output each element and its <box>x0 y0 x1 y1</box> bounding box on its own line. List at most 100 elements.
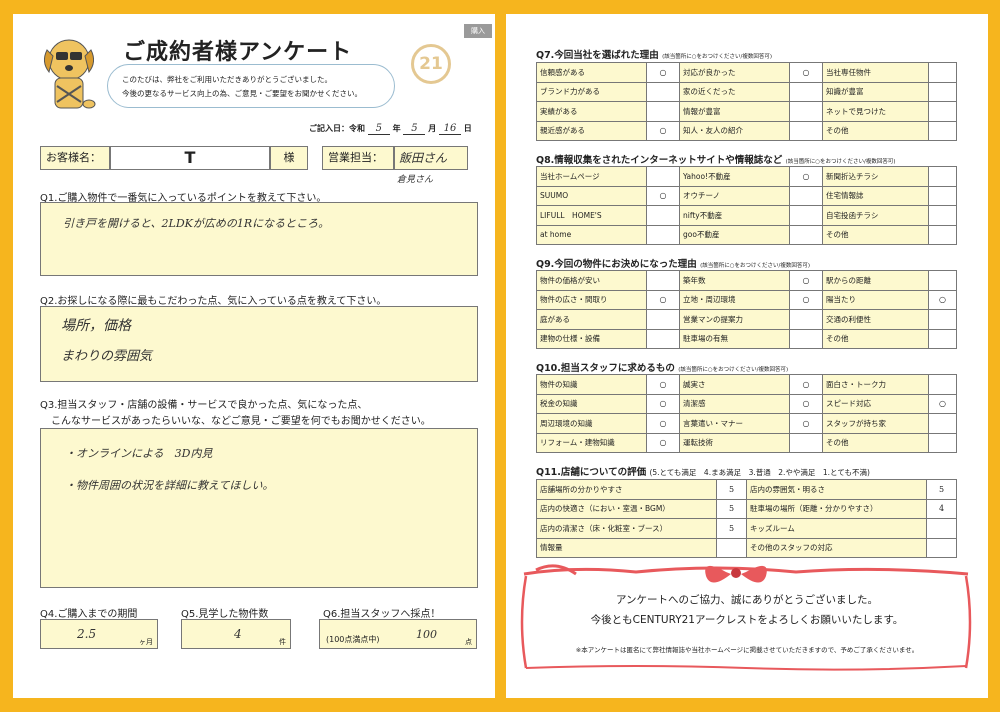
option-mark[interactable] <box>789 120 823 141</box>
q5-value: 4 <box>234 627 242 641</box>
q9-note: (該当箇所に○をおつけください/複数回答可) <box>700 263 811 269</box>
option-mark[interactable]: ○ <box>789 289 823 310</box>
option-mark[interactable] <box>928 185 957 206</box>
q10-table: 物件の知識 ○ 誠実さ ○ 面白さ・トーク力 税金の知識 ○ 清潔感 ○ スピード対応 ○ 周辺環境の… <box>536 374 957 453</box>
date-month-unit: 月 <box>428 124 437 133</box>
option-mark[interactable] <box>926 518 957 539</box>
option-label: 情報が豊富 <box>679 101 790 122</box>
table-row: リフォーム・建物知識 ○ 運転技術 その他 <box>536 432 957 453</box>
option-mark[interactable] <box>928 309 957 330</box>
date-day[interactable]: 16 <box>438 123 461 135</box>
option-mark[interactable]: 5 <box>716 498 747 519</box>
option-mark[interactable] <box>789 328 823 349</box>
q2-answer-box[interactable]: 場所，価格 まわりの雰囲気 <box>40 306 478 382</box>
option-label: リフォーム・建物知識 <box>536 432 647 453</box>
option-mark[interactable]: ○ <box>646 120 680 141</box>
option-mark[interactable]: ○ <box>789 393 823 414</box>
option-mark[interactable] <box>789 185 823 206</box>
q2-answer2: まわりの雰囲気 <box>61 349 153 364</box>
option-label: 情報量 <box>536 537 717 558</box>
q8-table: 当社ホームページ Yahoo!不動産 ○ 新聞折込チラシ SUUMO ○ オウチーノ 住宅情報… <box>536 166 957 245</box>
option-mark[interactable]: ○ <box>928 289 957 310</box>
option-mark[interactable] <box>928 62 957 83</box>
q8-title: Q8.情報収集をされたインターネットサイトや情報誌など (該当箇所に○をおつけく… <box>536 155 896 166</box>
option-mark[interactable] <box>928 413 957 434</box>
option-mark[interactable]: ○ <box>646 393 680 414</box>
option-mark[interactable]: ○ <box>789 413 823 434</box>
option-mark[interactable] <box>928 205 957 226</box>
q1-answer-box[interactable]: 引き戸を開けると、2LDKが広めの1Rになるところ。 <box>40 202 478 276</box>
option-mark[interactable] <box>716 537 747 558</box>
q4-value: 2.5 <box>77 627 97 641</box>
option-mark[interactable] <box>928 120 957 141</box>
option-mark[interactable]: ○ <box>646 289 680 310</box>
date-month[interactable]: 5 <box>403 123 426 135</box>
option-mark[interactable] <box>789 101 823 122</box>
option-mark[interactable]: ○ <box>789 374 823 395</box>
option-mark[interactable] <box>646 166 680 187</box>
option-mark[interactable] <box>928 101 957 122</box>
option-mark[interactable]: ○ <box>646 374 680 395</box>
option-label: その他 <box>822 224 929 245</box>
customer-name-input[interactable]: T <box>110 146 270 170</box>
option-mark[interactable] <box>928 328 957 349</box>
option-label: 言葉遣い・マナー <box>679 413 790 434</box>
option-mark[interactable] <box>789 205 823 226</box>
q4-answer-box[interactable]: 2.5 ヶ月 <box>40 619 158 649</box>
option-mark[interactable] <box>646 81 680 102</box>
date-label: ご記入日：令和 <box>309 124 365 133</box>
q6-answer-box[interactable]: (100点満点中) 100 点 <box>319 619 477 649</box>
option-mark[interactable] <box>789 81 823 102</box>
option-mark[interactable]: 5 <box>716 518 747 539</box>
option-mark[interactable]: ○ <box>646 432 680 453</box>
intro-bubble: このたびは、弊社をご利用いただきありがとうございました。 今後の更なるサービス向… <box>107 64 395 108</box>
option-mark[interactable] <box>789 309 823 330</box>
q5-answer-box[interactable]: 4 件 <box>181 619 291 649</box>
option-label: 駐車場の有無 <box>679 328 790 349</box>
date-year[interactable]: 5 <box>367 123 390 135</box>
entry-date: ご記入日：令和 5 年 5 月 16 日 <box>309 123 472 135</box>
option-mark[interactable] <box>928 224 957 245</box>
table-row: 周辺環境の知識 ○ 言葉遣い・マナー ○ スタッフが持ち家 <box>536 413 957 434</box>
option-label: 築年数 <box>679 270 790 291</box>
option-mark[interactable] <box>928 166 957 187</box>
option-label: スタッフが持ち家 <box>822 413 929 434</box>
option-mark[interactable] <box>789 432 823 453</box>
option-mark[interactable] <box>789 224 823 245</box>
customer-label: お客様名： <box>40 146 110 170</box>
option-mark[interactable] <box>646 270 680 291</box>
option-mark[interactable] <box>928 81 957 102</box>
option-mark[interactable]: 5 <box>926 479 957 500</box>
option-mark[interactable] <box>646 224 680 245</box>
q8-note: (該当箇所に○をおつけください/複数回答可) <box>785 159 896 165</box>
intro-line2: 今後の更なるサービス向上の為、ご意見・ご要望をお聞かせください。 <box>122 89 362 98</box>
option-mark[interactable] <box>646 101 680 122</box>
option-mark[interactable]: ○ <box>646 62 680 83</box>
table-row: 税金の知識 ○ 清潔感 ○ スピード対応 ○ <box>536 393 957 414</box>
option-mark[interactable]: 5 <box>716 479 747 500</box>
footer-thanks: アンケートへのご協力、誠にありがとうございました。 <box>615 594 879 606</box>
option-mark[interactable]: ○ <box>646 185 680 206</box>
option-mark[interactable] <box>646 309 680 330</box>
option-label: 物件の知識 <box>536 374 647 395</box>
option-mark[interactable] <box>928 374 957 395</box>
sales-name-input[interactable]: 飯田さん <box>394 146 468 170</box>
right-page: Q7.今回当社を選ばれた理由 (該当箇所に○をおつけください/複数回答可) 信頼… <box>506 14 988 698</box>
option-mark[interactable]: ○ <box>646 413 680 434</box>
option-mark[interactable] <box>926 537 957 558</box>
option-mark[interactable]: 4 <box>926 498 957 519</box>
option-mark[interactable] <box>646 205 680 226</box>
option-mark[interactable] <box>928 432 957 453</box>
option-mark[interactable]: ○ <box>789 270 823 291</box>
q7-note: (該当箇所に○をおつけください/複数回答可) <box>662 54 773 60</box>
q3-answer-box[interactable]: ・オンラインによる 3D内見 ・物件周囲の状況を詳細に教えてほしい。 <box>40 428 478 588</box>
option-label: その他 <box>822 120 929 141</box>
option-mark[interactable]: ○ <box>789 166 823 187</box>
option-mark[interactable]: ○ <box>928 393 957 414</box>
option-mark[interactable] <box>928 270 957 291</box>
sales-name2: 倉見さん <box>397 175 434 185</box>
option-mark[interactable]: ○ <box>789 62 823 83</box>
option-label: goo不動産 <box>679 224 790 245</box>
option-mark[interactable] <box>646 328 680 349</box>
q9-table: 物件の価格が安い 築年数 ○ 駅からの距離 物件の広さ・間取り ○ 立地・周辺環境 ○ 陽当たり… <box>536 270 957 349</box>
